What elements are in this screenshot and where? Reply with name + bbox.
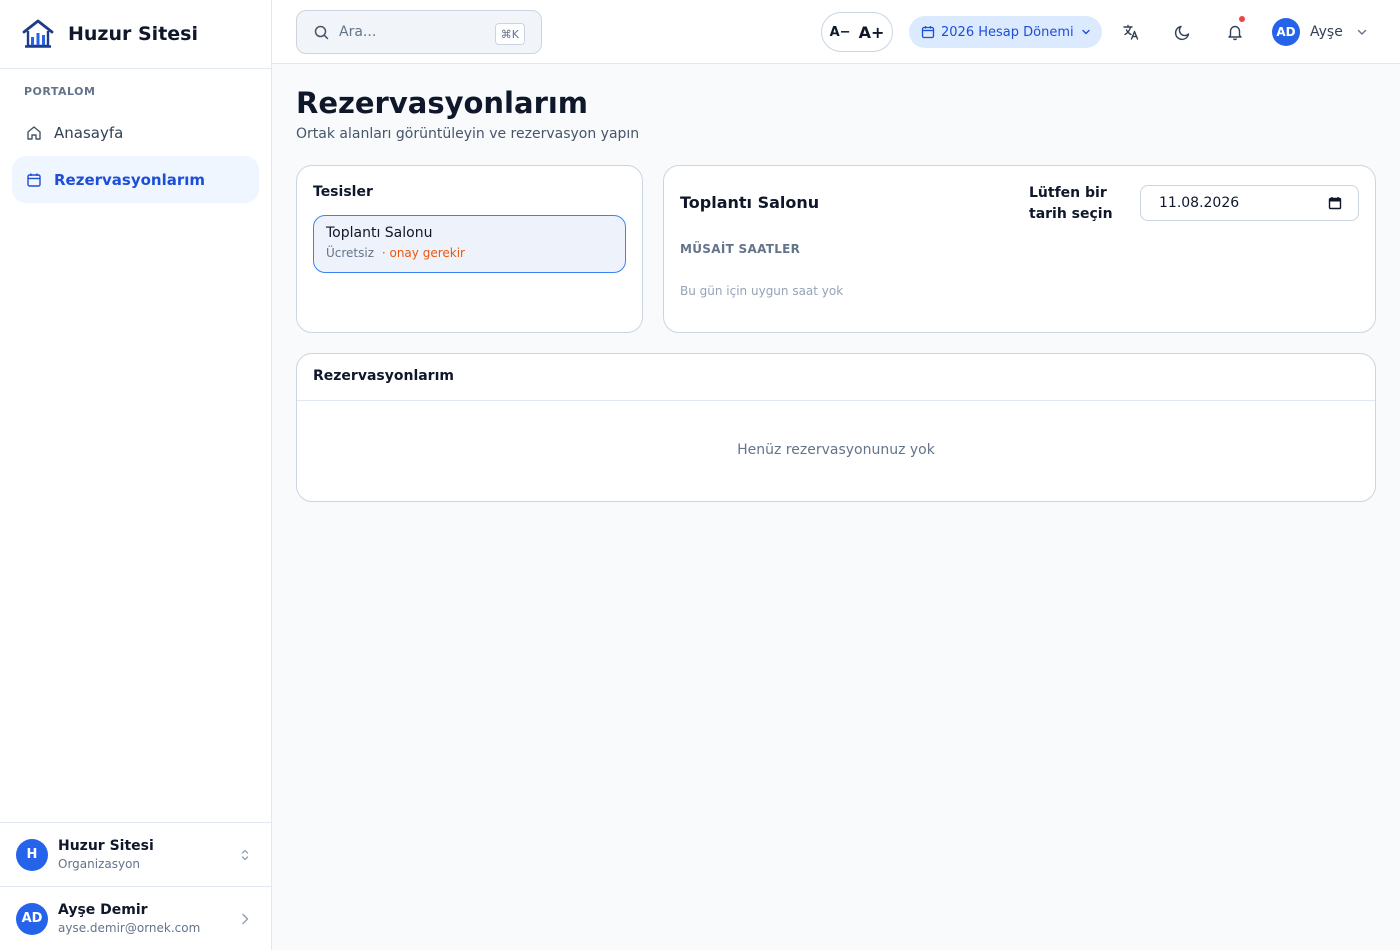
organization-switcher[interactable]: H Huzur Sitesi Organizasyon [0,822,271,886]
page-subtitle: Ortak alanları görüntüleyin ve rezervasy… [296,126,640,142]
dark-mode-moon-icon[interactable] [1171,20,1195,44]
sidebar-item-label: Rezervasyonlarım [54,170,206,189]
facilities-heading: Tesisler [313,184,373,200]
brand-header[interactable]: Huzur Sitesi [0,0,271,69]
chevron-down-icon [1355,25,1369,39]
facility-item[interactable]: Toplantı Salonu Ücretsiz · onay gerekir [313,215,626,273]
reservations-card: Rezervasyonlarım Henüz rezervasyonunuz y… [296,353,1376,502]
notification-dot [1239,16,1245,22]
sidebar-item-home[interactable]: Anasayfa [12,109,259,156]
org-avatar: H [16,838,48,871]
calendar-icon[interactable] [1328,196,1342,210]
search-input[interactable] [339,24,489,40]
facilities-card: Tesisler Toplantı Salonu Ücretsiz · onay… [296,165,643,333]
search-shortcut-badge: ⌘K [494,23,525,45]
fiscal-period-label: 2026 Hesap Dönemi [941,24,1074,40]
reservations-heading: Rezervasyonlarım [297,354,1375,401]
chevrons-up-down-icon [237,847,253,863]
chevron-down-icon [1080,26,1092,38]
search-box[interactable]: ⌘K [296,10,542,54]
font-increase-button[interactable]: A+ [859,23,885,42]
avatar: AD [16,902,48,935]
chevron-right-icon [237,911,253,927]
facility-price: Ücretsiz [326,246,375,260]
font-decrease-button[interactable]: A− [830,25,851,40]
building-logo-icon [21,17,55,51]
translate-icon[interactable] [1119,20,1143,44]
fiscal-period-selector[interactable]: 2026 Hesap Dönemi [909,16,1102,48]
section-label: PORTALOM [24,85,96,98]
topbar: ⌘K A− A+ 2026 Hesap Dönemi [272,0,1400,64]
user-name: Ayşe [1310,24,1343,40]
sidebar-user-profile[interactable]: AD Ayşe Demir ayse.demir@ornek.com [0,886,271,950]
avatar: AD [1272,18,1300,46]
page-title: Rezervasyonlarım [296,86,589,120]
facility-name: Toplantı Salonu [326,225,433,241]
date-picker-label: Lütfen bir tarih seçin [1029,185,1113,222]
no-slots-message: Bu gün için uygun saat yok [680,284,844,298]
availability-card: Toplantı Salonu Lütfen bir tarih seçin 1… [663,165,1376,333]
search-icon [313,24,330,41]
sidebar-item-reservations[interactable]: Rezervasyonlarım [12,156,259,203]
available-slots-label: MÜSAİT SAATLER [680,242,801,256]
user-menu[interactable]: AD Ayşe [1272,18,1369,46]
sidebar-item-label: Anasayfa [54,123,124,142]
notification-bell-icon[interactable] [1223,16,1247,44]
calendar-icon [921,25,935,39]
brand-name: Huzur Sitesi [68,23,198,45]
no-reservations-message: Henüz rezervasyonunuz yok [737,442,935,458]
user-full-name: Ayşe Demir [58,902,148,918]
sidebar: Huzur Sitesi PORTALOM Anasayfa Rezervasy… [0,0,272,950]
font-size-control: A− A+ [821,12,893,52]
facility-approval-note: · onay gerekir [381,246,465,260]
calendar-icon [26,172,42,188]
home-icon [26,125,42,141]
selected-facility-title: Toplantı Salonu [680,193,820,212]
date-value: 11.08.2026 [1159,195,1240,211]
org-type: Organizasyon [58,857,141,871]
date-picker-input[interactable]: 11.08.2026 [1140,185,1359,221]
org-name: Huzur Sitesi [58,838,154,854]
user-email: ayse.demir@ornek.com [58,921,201,935]
